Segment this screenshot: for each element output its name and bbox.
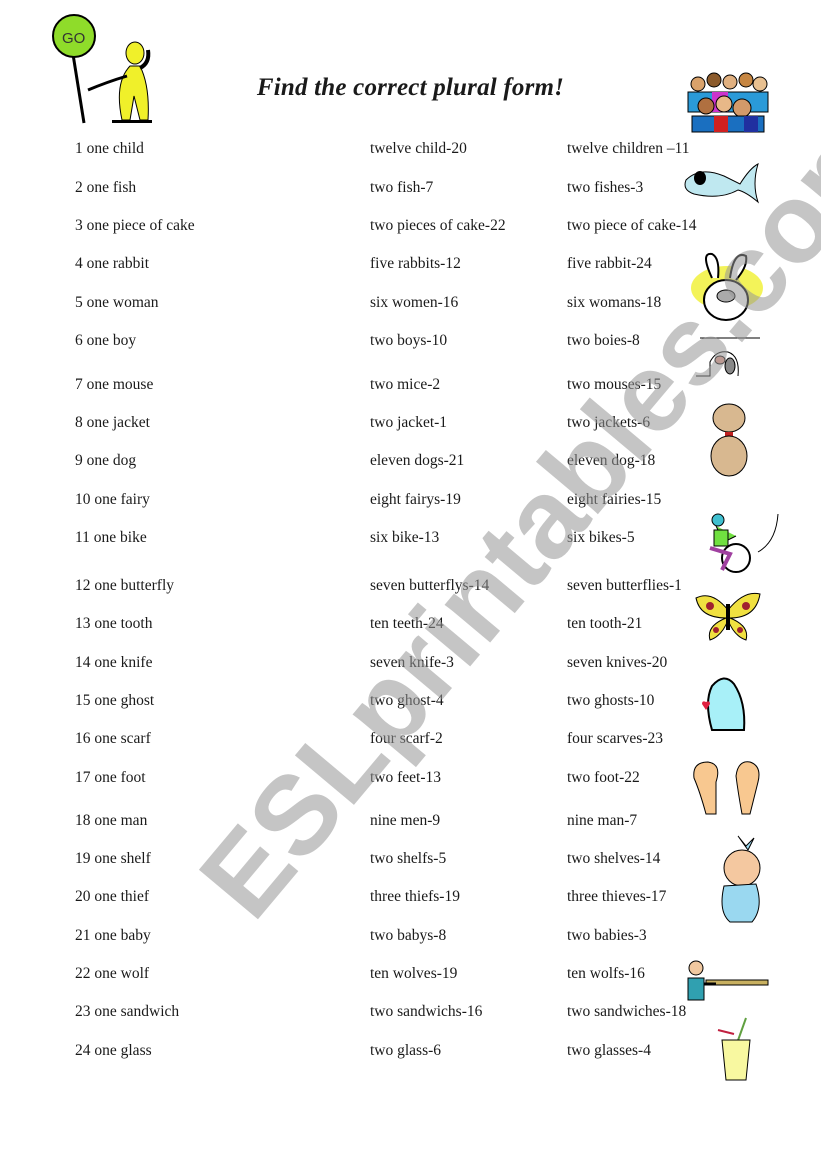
singular-text: 7 one mouse [75,376,154,393]
singular-text: 8 one jacket [75,414,150,431]
exercise-row: 20 one thief three thiefs-19 three thieves… [0,888,821,912]
go-sign-text: GO [62,30,85,47]
option-b-text: two sandwiches-18 [567,1003,687,1020]
singular-text: 24 one glass [75,1042,152,1059]
singular-text: 5 one woman [75,294,159,311]
exercise-row: 24 one glass two glass-6 two glasses-4 [0,1042,821,1066]
option-a-text: four scarf-2 [370,730,443,747]
option-a-text: two shelfs-5 [370,850,447,867]
option-b-text: two ghosts-10 [567,692,655,709]
exercise-row: 14 one knife seven knife-3 seven knives-20 [0,654,821,678]
singular-text: 18 one man [75,812,148,829]
exercise-row: 11 one bike six bike-13 six bikes-5 [0,529,821,553]
singular-text: 19 one shelf [75,850,151,867]
go-sign-man-icon: GO [52,14,152,124]
option-b-text: nine man-7 [567,812,638,829]
singular-text: 23 one sandwich [75,1003,180,1020]
singular-text: 9 one dog [75,452,137,469]
option-a-text: two ghost-4 [370,692,444,709]
exercise-row: 15 one ghost two ghost-4 two ghosts-10 [0,692,821,716]
singular-text: 11 one bike [75,529,147,546]
option-b-text: five rabbit-24 [567,255,652,272]
option-b-text: ten wolfs-16 [567,965,645,982]
option-a-text: two sandwichs-16 [370,1003,483,1020]
exercise-row: 5 one woman six women-16 six womans-18 [0,294,821,318]
exercise-row: 2 one fish two fish-7 two fishes-3 [0,179,821,203]
option-b-text: ten tooth-21 [567,615,643,632]
option-b-text: seven butterflies-1 [567,577,682,594]
option-a-text: six women-16 [370,294,459,311]
option-b-text: two boies-8 [567,332,640,349]
exercise-row: 23 one sandwich two sandwichs-16 two sandw… [0,1003,821,1027]
option-a-text: ten teeth-24 [370,615,444,632]
option-a-text: three thiefs-19 [370,888,460,905]
singular-text: 17 one foot [75,769,146,786]
singular-text: 3 one piece of cake [75,217,195,234]
option-b-text: eight fairies-15 [567,491,662,508]
exercise-row: 17 one foot two feet-13 two foot-22 [0,769,821,793]
option-a-text: two glass-6 [370,1042,442,1059]
option-b-text: two mouses-15 [567,376,662,393]
option-a-text: six bike-13 [370,529,440,546]
singular-text: 1 one child [75,140,144,157]
singular-text: 12 one butterfly [75,577,175,594]
option-b-text: two jackets-6 [567,414,651,431]
page-title: Find the correct plural form! [256,74,565,101]
singular-text: 14 one knife [75,654,153,671]
option-a-text: nine men-9 [370,812,441,829]
exercise-row: 19 one shelf two shelfs-5 two shelves-14 [0,850,821,874]
option-a-text: eight fairys-19 [370,491,461,508]
option-a-text: eleven dogs-21 [370,452,465,469]
option-a-text: twelve child-20 [370,140,467,157]
singular-text: 2 one fish [75,179,137,196]
exercise-row: 22 one wolf ten wolves-19 ten wolfs-16 [0,965,821,989]
singular-text: 10 one fairy [75,491,150,508]
option-a-text: two jacket-1 [370,414,448,431]
option-a-text: ten wolves-19 [370,965,458,982]
option-b-text: two foot-22 [567,769,640,786]
option-b-text: two babies-3 [567,927,647,944]
option-b-text: twelve children –11 [567,140,690,157]
exercise-row: 16 one scarf four scarf-2 four scarves-23 [0,730,821,754]
exercise-row: 12 one butterfly seven butterflys-14 seven… [0,577,821,601]
exercise-row: 6 one boy two boys-10 two boies-8 [0,332,821,356]
exercise-row: 1 one child twelve child-20 twelve childre… [0,140,821,164]
option-b-text: two glasses-4 [567,1042,651,1059]
option-b-text: six bikes-5 [567,529,635,546]
option-a-text: two fish-7 [370,179,434,196]
option-a-text: two mice-2 [370,376,441,393]
option-b-text: two fishes-3 [567,179,644,196]
singular-text: 13 one tooth [75,615,153,632]
singular-text: 21 one baby [75,927,151,944]
option-a-text: two boys-10 [370,332,448,349]
option-a-text: two pieces of cake-22 [370,217,506,234]
singular-text: 20 one thief [75,888,150,905]
option-b-text: seven knives-20 [567,654,668,671]
option-a-text: two feet-13 [370,769,442,786]
option-b-text: three thieves-17 [567,888,667,905]
option-a-text: two babys-8 [370,927,447,944]
exercise-row: 21 one baby two babys-8 two babies-3 [0,927,821,951]
exercise-row: 18 one man nine men-9 nine man-7 [0,812,821,836]
singular-text: 16 one scarf [75,730,151,747]
option-a-text: five rabbits-12 [370,255,461,272]
exercise-row: 13 one tooth ten teeth-24 ten tooth-21 [0,615,821,639]
option-b-text: two shelves-14 [567,850,661,867]
exercise-row: 3 one piece of cake two pieces of cake-22… [0,217,821,241]
exercise-row: 8 one jacket two jacket-1 two jackets-6 [0,414,821,438]
singular-text: 6 one boy [75,332,137,349]
exercise-row: 4 one rabbit five rabbits-12 five rabbit-2… [0,255,821,279]
option-b-text: two piece of cake-14 [567,217,697,234]
exercise-row: 7 one mouse two mice-2 two mouses-15 [0,376,821,400]
exercise-row: 10 one fairy eight fairys-19 eight fairies… [0,491,821,515]
option-b-text: eleven dog-18 [567,452,656,469]
singular-text: 4 one rabbit [75,255,150,272]
option-a-text: seven butterflys-14 [370,577,490,594]
singular-text: 15 one ghost [75,692,155,709]
exercise-row: 9 one dog eleven dogs-21 eleven dog-18 [0,452,821,476]
option-b-text: six womans-18 [567,294,662,311]
option-b-text: four scarves-23 [567,730,663,747]
option-a-text: seven knife-3 [370,654,454,671]
singular-text: 22 one wolf [75,965,150,982]
